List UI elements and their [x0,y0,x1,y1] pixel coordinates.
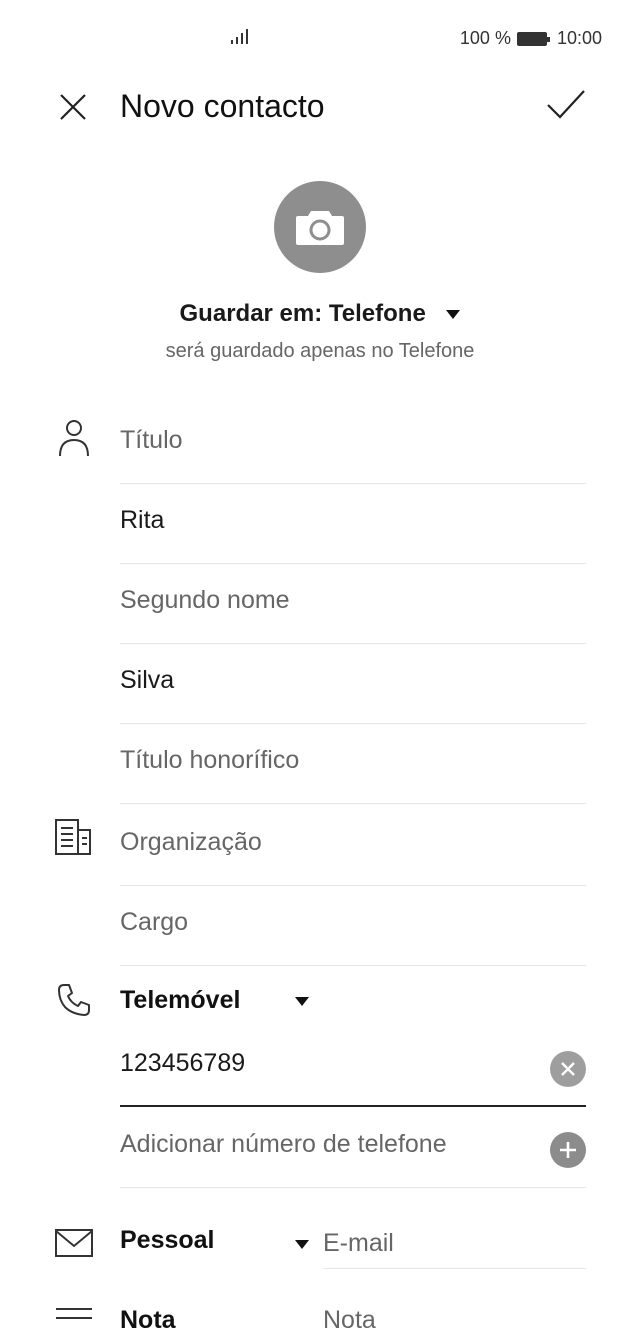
organization-icon [55,819,91,855]
email-placeholder: E-mail [323,1229,394,1257]
organization-placeholder: Organização [120,828,262,856]
first-name-value: Rita [120,506,165,534]
close-icon[interactable] [58,92,88,122]
check-icon[interactable] [546,88,586,122]
honorific-title-field[interactable]: Título honorífico [120,724,586,804]
add-phone-field[interactable]: Adicionar número de telefone [120,1108,586,1188]
dropdown-triangle-icon [446,310,461,320]
add-phone-button[interactable] [550,1132,586,1168]
mail-icon [55,1229,93,1257]
dropdown-triangle-icon [295,1240,309,1249]
battery-percent: 100 % [459,28,511,48]
phone-number-value: 123456789 [120,1049,246,1077]
last-name-field[interactable]: Silva [120,644,586,724]
honorific-title-placeholder: Título honorífico [120,746,300,774]
save-location-selector[interactable]: Guardar em: Telefone [0,300,640,328]
save-location-label: Guardar em: Telefone [179,300,426,327]
last-name-value: Silva [120,666,175,694]
clear-phone-button[interactable] [550,1051,586,1087]
middle-name-field[interactable]: Segundo nome [120,564,586,644]
contact-photo-button[interactable] [274,181,366,273]
email-type-label: Pessoal [120,1226,215,1254]
save-location-note: será guardado apenas no Telefone [165,340,475,362]
job-title-field[interactable]: Cargo [120,886,586,966]
add-icon [560,1142,576,1158]
first-name-field[interactable]: Rita [120,484,586,564]
battery-icon [516,31,550,46]
clock: 10:00 [556,28,602,48]
note-icon [56,1308,92,1319]
title-placeholder: Título [120,426,183,454]
clear-icon [561,1062,575,1076]
middle-name-placeholder: Segundo nome [120,586,290,614]
status-bar: 100 % 10:00 [0,0,640,76]
job-title-placeholder: Cargo [120,908,189,936]
page-title: Novo contacto [120,88,325,124]
phone-icon [58,984,90,1016]
dropdown-triangle-icon [295,996,310,1006]
note-placeholder[interactable]: Nota [323,1306,376,1335]
email-type-selector[interactable]: Pessoal [120,1226,215,1255]
note-type-label: Nota [120,1306,176,1334]
person-icon [59,420,89,457]
phone-type-selector[interactable]: Telemóvel [120,986,310,1015]
phone-number-field[interactable]: 123456789 [120,1027,586,1107]
add-phone-placeholder: Adicionar número de telefone [120,1130,447,1158]
organization-field[interactable]: Organização [120,806,586,886]
camera-icon [296,211,344,245]
title-field[interactable]: Título [120,404,586,484]
phone-type-label: Telemóvel [120,986,241,1014]
email-field[interactable]: E-mail [323,1189,586,1269]
signal-icon [231,29,248,44]
status-right: 100 % 10:00 [460,28,602,49]
